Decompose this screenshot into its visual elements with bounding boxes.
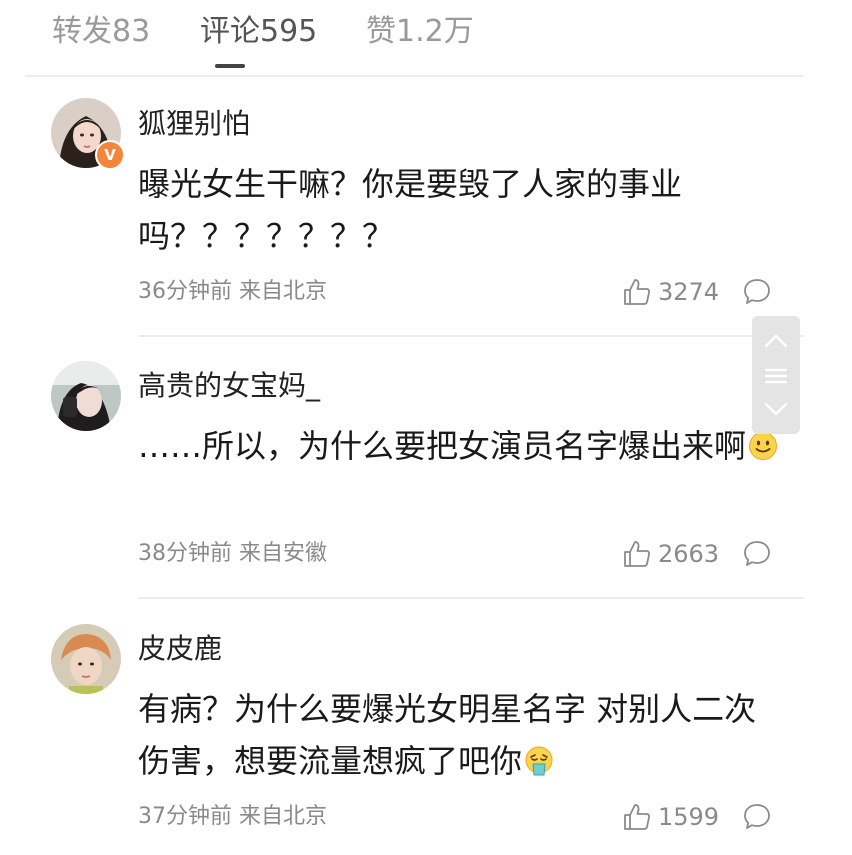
- like-button[interactable]: 3274: [622, 277, 719, 307]
- comment-text: 曝光女生干嘛？你是要毁了人家的事业吗？？？？？？？: [138, 165, 683, 255]
- username[interactable]: 皮皮鹿: [138, 631, 222, 667]
- username[interactable]: 狐狸别怕: [138, 106, 250, 142]
- tab-comments[interactable]: 评论595: [200, 12, 317, 52]
- reply-button[interactable]: [742, 539, 772, 569]
- username[interactable]: 高贵的女宝妈_: [138, 368, 320, 404]
- verified-badge: V: [95, 140, 125, 170]
- thumbs-up-icon: [624, 804, 650, 830]
- tab-likes[interactable]: 赞1.2万: [366, 12, 474, 52]
- comment-meta: 37分钟前 来自北京: [138, 804, 327, 829]
- tab-reposts[interactable]: 转发83: [52, 12, 150, 52]
- avatar[interactable]: [51, 361, 121, 431]
- smile-emoji-icon: [749, 432, 778, 460]
- reply-button[interactable]: [742, 277, 772, 307]
- avatar[interactable]: [51, 624, 121, 694]
- comment-meta: 36分钟前 来自北京: [138, 279, 327, 304]
- active-tab-indicator: [215, 64, 245, 68]
- scroll-arrows-icon: [764, 334, 788, 416]
- comment-text-body: 有病？为什么要爆光女明星名字 对别人二次伤害，想要流量想疯了吧你: [138, 690, 757, 780]
- comment-tabs: 转发83 评论595 赞1.2万: [0, 0, 852, 78]
- comment-bubble-icon: [744, 804, 770, 829]
- like-button[interactable]: 1599: [622, 802, 719, 832]
- comment-text: 有病？为什么要爆光女明星名字 对别人二次伤害，想要流量想疯了吧你: [138, 683, 778, 787]
- comment-divider: [138, 335, 804, 337]
- comment-text: ……所以，为什么要把女演员名字爆出来啊: [138, 420, 778, 472]
- thumbs-up-icon: [624, 541, 650, 567]
- like-count: 1599: [658, 803, 720, 831]
- comment-text-body: ……所以，为什么要把女演员名字爆出来啊: [138, 427, 747, 465]
- like-count: 2663: [658, 540, 720, 568]
- thumbs-up-icon: [624, 279, 650, 305]
- vomit-emoji-icon: [525, 746, 553, 776]
- reply-button[interactable]: [742, 802, 772, 832]
- tabs-divider: [25, 75, 804, 77]
- like-button[interactable]: 2663: [622, 539, 719, 569]
- comment-divider: [138, 597, 804, 599]
- comment-bubble-icon: [744, 279, 770, 304]
- like-count: 3274: [658, 278, 720, 306]
- comment-meta: 38分钟前 来自安徽: [138, 541, 327, 566]
- comment-bubble-icon: [744, 541, 770, 566]
- scroll-handle[interactable]: [752, 316, 800, 434]
